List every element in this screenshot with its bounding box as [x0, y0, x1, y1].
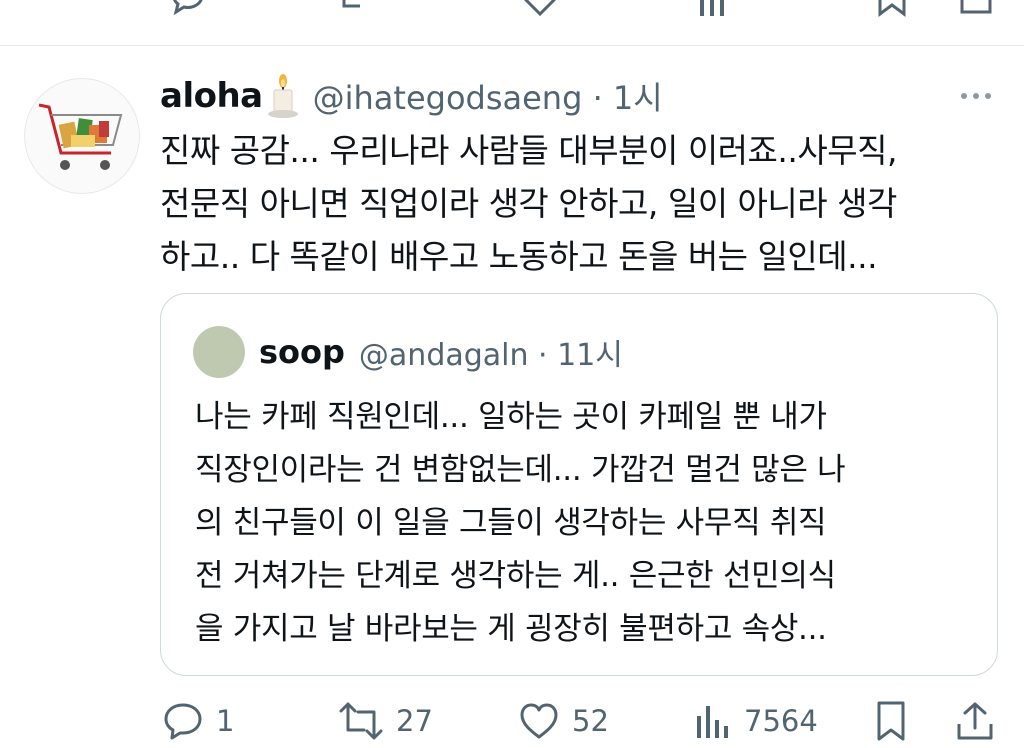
quoted-header: soop @andagaln · 11시: [259, 328, 623, 376]
repost-count: 27: [396, 704, 433, 738]
shopping-cart-icon: [38, 103, 123, 170]
quoted-text-line: 나는 카페 직원인데... 일하는 곳이 카페일 뿐 내가: [195, 399, 827, 435]
bookmark-icon[interactable]: [874, 0, 910, 18]
tweet-text-line: 하고.. 다 똑같이 배우고 노동하고 돈을 버는 일인데...: [160, 237, 878, 276]
repost-icon: [338, 700, 384, 742]
reply-icon: [162, 700, 204, 742]
like-icon: [518, 700, 560, 742]
previous-post-action-bar: [0, 0, 1024, 18]
share-button[interactable]: [954, 698, 996, 744]
quoted-display-name: soop: [259, 333, 345, 371]
bookmark-button[interactable]: [872, 698, 910, 744]
reply-count: 1: [216, 704, 235, 738]
tweet-text: 진짜 공감... 우리나라 사람들 대부분이 이러죠..사무직, 전문직 아니면…: [160, 124, 1010, 283]
quoted-text-line: 직장인이라는 건 변함없는데... 가깝건 멀건 많은 나: [195, 452, 846, 488]
quoted-handle-time: @andagaln · 11시: [358, 338, 623, 373]
like-count: 52: [572, 704, 609, 738]
quoted-text: 나는 카페 직원인데... 일하는 곳이 카페일 뿐 내가 직장인이라는 건 변…: [195, 391, 985, 656]
quoted-text-line: 전 거쳐가는 단계로 생각하는 게.. 은근한 선민의식: [195, 558, 836, 594]
more-icon[interactable]: [956, 84, 996, 108]
share-icon[interactable]: [956, 0, 996, 18]
tweet-text-line: 진짜 공감... 우리나라 사람들 대부분이 이러죠..사무직,: [160, 131, 897, 170]
views-button[interactable]: 7564: [694, 698, 818, 744]
quoted-text-line: 의 친구들이 이 일을 그들이 생각하는 사무직 취직: [195, 505, 827, 541]
like-button[interactable]: 52: [518, 698, 609, 744]
reply-button[interactable]: 1: [162, 698, 234, 744]
views-icon: [694, 700, 732, 742]
tweet-header: aloha @ihategodsaeng · 1시: [160, 72, 663, 120]
avatar[interactable]: [24, 78, 140, 194]
quoted-avatar: [193, 326, 245, 378]
quoted-text-line: 을 가지고 날 바라보는 게 굉장히 불편하고 속상...: [195, 611, 827, 647]
action-bar: 1 27 52 7564: [0, 698, 1024, 744]
views-count: 7564: [744, 704, 818, 738]
views-icon[interactable]: [696, 0, 732, 18]
divider: [0, 45, 1024, 46]
quoted-tweet[interactable]: soop @andagaln · 11시 나는 카페 직원인데... 일하는 곳…: [160, 293, 998, 676]
like-icon[interactable]: [520, 0, 560, 18]
repost-button[interactable]: 27: [338, 698, 433, 744]
repost-icon[interactable]: [340, 0, 384, 18]
display-name[interactable]: aloha: [160, 76, 263, 116]
bookmark-icon: [872, 700, 910, 742]
reply-icon[interactable]: [168, 0, 208, 18]
share-icon: [954, 700, 996, 742]
candle-emoji: [265, 73, 301, 119]
handle-time[interactable]: @ihategodsaeng · 1시: [313, 73, 663, 119]
tweet-text-line: 전문직 아니면 직업이라 생각 안하고, 일이 아니라 생각: [160, 184, 897, 223]
